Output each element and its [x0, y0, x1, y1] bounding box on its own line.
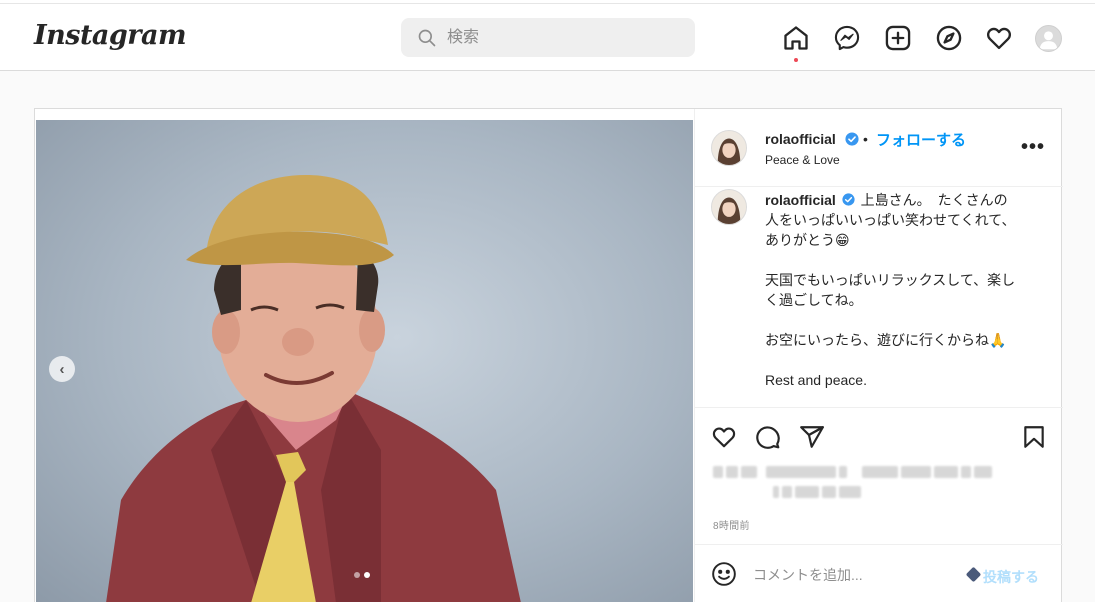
- author-avatar-image: [712, 131, 746, 165]
- like-heart-icon[interactable]: [711, 424, 737, 450]
- comment-input[interactable]: [753, 565, 953, 585]
- post-photo[interactable]: ‹: [36, 120, 693, 602]
- caption-line: 人をいっぱいいっぱい笑わせてくれて、: [765, 212, 1016, 228]
- post-badge-icon: [965, 566, 982, 583]
- carousel-dot: [354, 572, 360, 578]
- search-input[interactable]: [447, 26, 677, 50]
- profile-avatar[interactable]: [1035, 25, 1062, 52]
- blurred-likes-row: [713, 486, 992, 500]
- more-options-icon[interactable]: •••: [1021, 136, 1045, 159]
- explore-icon[interactable]: [935, 24, 963, 52]
- activity-heart-icon[interactable]: [985, 24, 1013, 52]
- caption-line: Rest and peace.: [765, 372, 867, 388]
- new-post-icon[interactable]: [884, 24, 912, 52]
- follow-button[interactable]: フォローする: [876, 129, 966, 150]
- likes-summary-blurred: [713, 466, 992, 506]
- bookmark-icon[interactable]: [1021, 424, 1047, 450]
- blurred-likes-row: [713, 466, 992, 480]
- post-actions-section: 8時間前 投稿する: [695, 407, 1063, 602]
- carousel-dot-active: [364, 572, 370, 578]
- post-caption: rolaofficial 上島さん。 たくさんの 人をいっぱいいっぱい笑わせてく…: [765, 190, 1049, 390]
- caption-username[interactable]: rolaofficial: [765, 192, 836, 208]
- emoji-smile-icon[interactable]: [711, 561, 737, 587]
- comment-bar: 投稿する: [695, 544, 1063, 602]
- author-avatar[interactable]: [711, 130, 747, 166]
- instagram-logo[interactable]: Instagram: [34, 20, 187, 51]
- author-username[interactable]: rolaofficial: [765, 131, 836, 147]
- verified-badge-icon: [845, 132, 859, 146]
- carousel-prev-button[interactable]: ‹: [49, 356, 75, 382]
- messenger-icon[interactable]: [833, 24, 861, 52]
- caption-author-avatar[interactable]: [711, 189, 747, 225]
- caption-verified-badge-icon: [842, 193, 855, 206]
- caption-line: 上島さん。 たくさんの: [860, 192, 1008, 208]
- top-navigation-bar: Instagram: [0, 4, 1095, 71]
- carousel-indicator: [354, 572, 370, 578]
- default-avatar-icon: [1039, 31, 1058, 50]
- caption-first-line: rolaofficial 上島さん。 たくさんの: [765, 190, 1049, 210]
- post-sidebar: rolaofficial • フォローする Peace & Love ••• r…: [694, 109, 1063, 602]
- caption-line: お空にいったら、遊びに行くからね🙏: [765, 332, 1007, 348]
- home-active-indicator: [794, 58, 798, 62]
- comment-icon[interactable]: [755, 424, 781, 450]
- portrait-illustration: [106, 175, 521, 602]
- caption-line: ありがとう😁: [765, 232, 850, 248]
- follow-separator: •: [863, 131, 868, 147]
- post-header: rolaofficial • フォローする Peace & Love •••: [695, 109, 1063, 187]
- post-card: ‹ rolaofficial • フォローする Peace & Love •••…: [34, 108, 1063, 602]
- search-icon: [418, 29, 436, 47]
- post-comment-button[interactable]: 投稿する: [983, 567, 1039, 587]
- search-box[interactable]: [401, 18, 695, 57]
- caption-line: 天国でもいっぱいリラックスして、楽し: [765, 272, 1016, 288]
- share-icon[interactable]: [799, 424, 825, 450]
- author-subtitle[interactable]: Peace & Love: [765, 153, 840, 167]
- post-timestamp[interactable]: 8時間前: [713, 517, 750, 532]
- caption-avatar-image: [712, 190, 746, 224]
- home-icon[interactable]: [782, 24, 810, 52]
- caption-line: く過ごしてね。: [765, 292, 863, 308]
